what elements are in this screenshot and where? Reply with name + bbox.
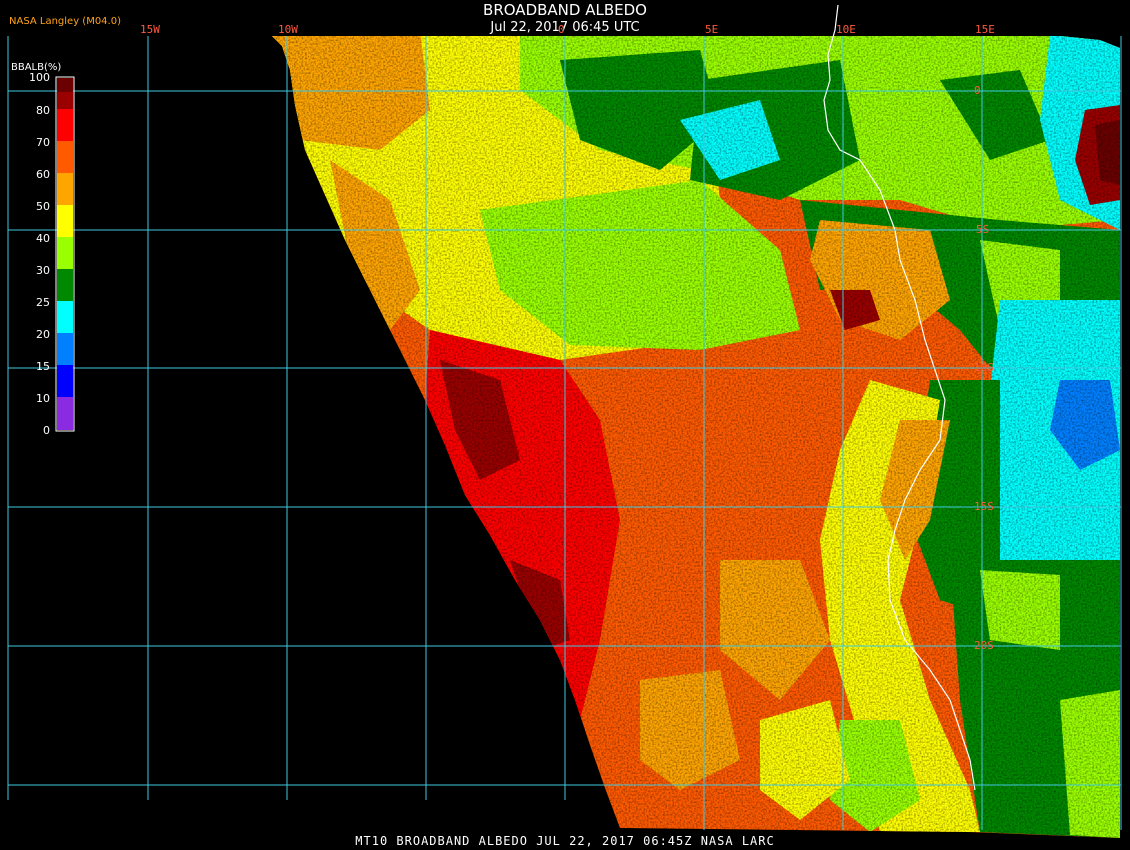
map-title: BROADBAND ALBEDO <box>483 1 647 19</box>
colorbar-swatch-20 <box>57 301 73 333</box>
latitude-label: 10S <box>974 361 994 374</box>
latitude-label: 5S <box>976 223 990 236</box>
colorbar-swatch-40 <box>57 205 73 237</box>
longitude-label: 10E <box>836 23 856 36</box>
colorbar-tick-label: 70 <box>36 136 50 149</box>
colorbar-tick-label: 40 <box>36 232 50 245</box>
longitude-label: 15E <box>975 23 995 36</box>
colorbar-tick-label: 20 <box>36 328 50 341</box>
colorbar-swatch-100 <box>57 78 73 92</box>
colorbar-swatch-60 <box>57 141 73 173</box>
colorbar-swatch-0 <box>57 397 73 430</box>
provider-label: NASA Langley (M04.0) <box>9 16 121 27</box>
latitude-label: 20S <box>974 639 994 652</box>
colorbar-tick-label: 100 <box>29 71 50 84</box>
colorbar-swatch-30 <box>57 237 73 269</box>
colorbar-tick-label: 60 <box>36 168 50 181</box>
colorbar-swatch-15 <box>57 333 73 365</box>
colorbar-tick-label: 25 <box>36 296 50 309</box>
latitude-label: 0 <box>974 84 981 97</box>
colorbar-swatch-70 <box>57 109 73 141</box>
longitude-label: 0 <box>558 23 565 36</box>
longitude-label: 5E <box>705 23 719 36</box>
albedo-map <box>7 4 1122 838</box>
colorbar-tick-label: 80 <box>36 104 50 117</box>
longitude-label: 15W <box>140 23 160 36</box>
longitude-label: 10W <box>278 23 298 36</box>
colorbar-tick-label: 30 <box>36 264 50 277</box>
map-timestamp: Jul 22, 2017 06:45 UTC <box>490 20 640 35</box>
colorbar-tick-label: 0 <box>43 424 50 437</box>
colorbar-swatch-80 <box>57 92 73 109</box>
colorbar-tick-label: 50 <box>36 200 50 213</box>
colorbar-tick-label: 10 <box>36 392 50 405</box>
latitude-label: 15S <box>974 500 994 513</box>
albedo-field <box>272 36 1120 838</box>
colorbar-swatch-25 <box>57 269 73 301</box>
colorbar-swatch-50 <box>57 173 73 205</box>
colorbar <box>55 76 75 432</box>
footer-caption: MT10 BROADBAND ALBEDO JUL 22, 2017 06:45… <box>355 834 775 848</box>
colorbar-swatch-10 <box>57 365 73 397</box>
colorbar-tick-label: 15 <box>36 360 50 373</box>
